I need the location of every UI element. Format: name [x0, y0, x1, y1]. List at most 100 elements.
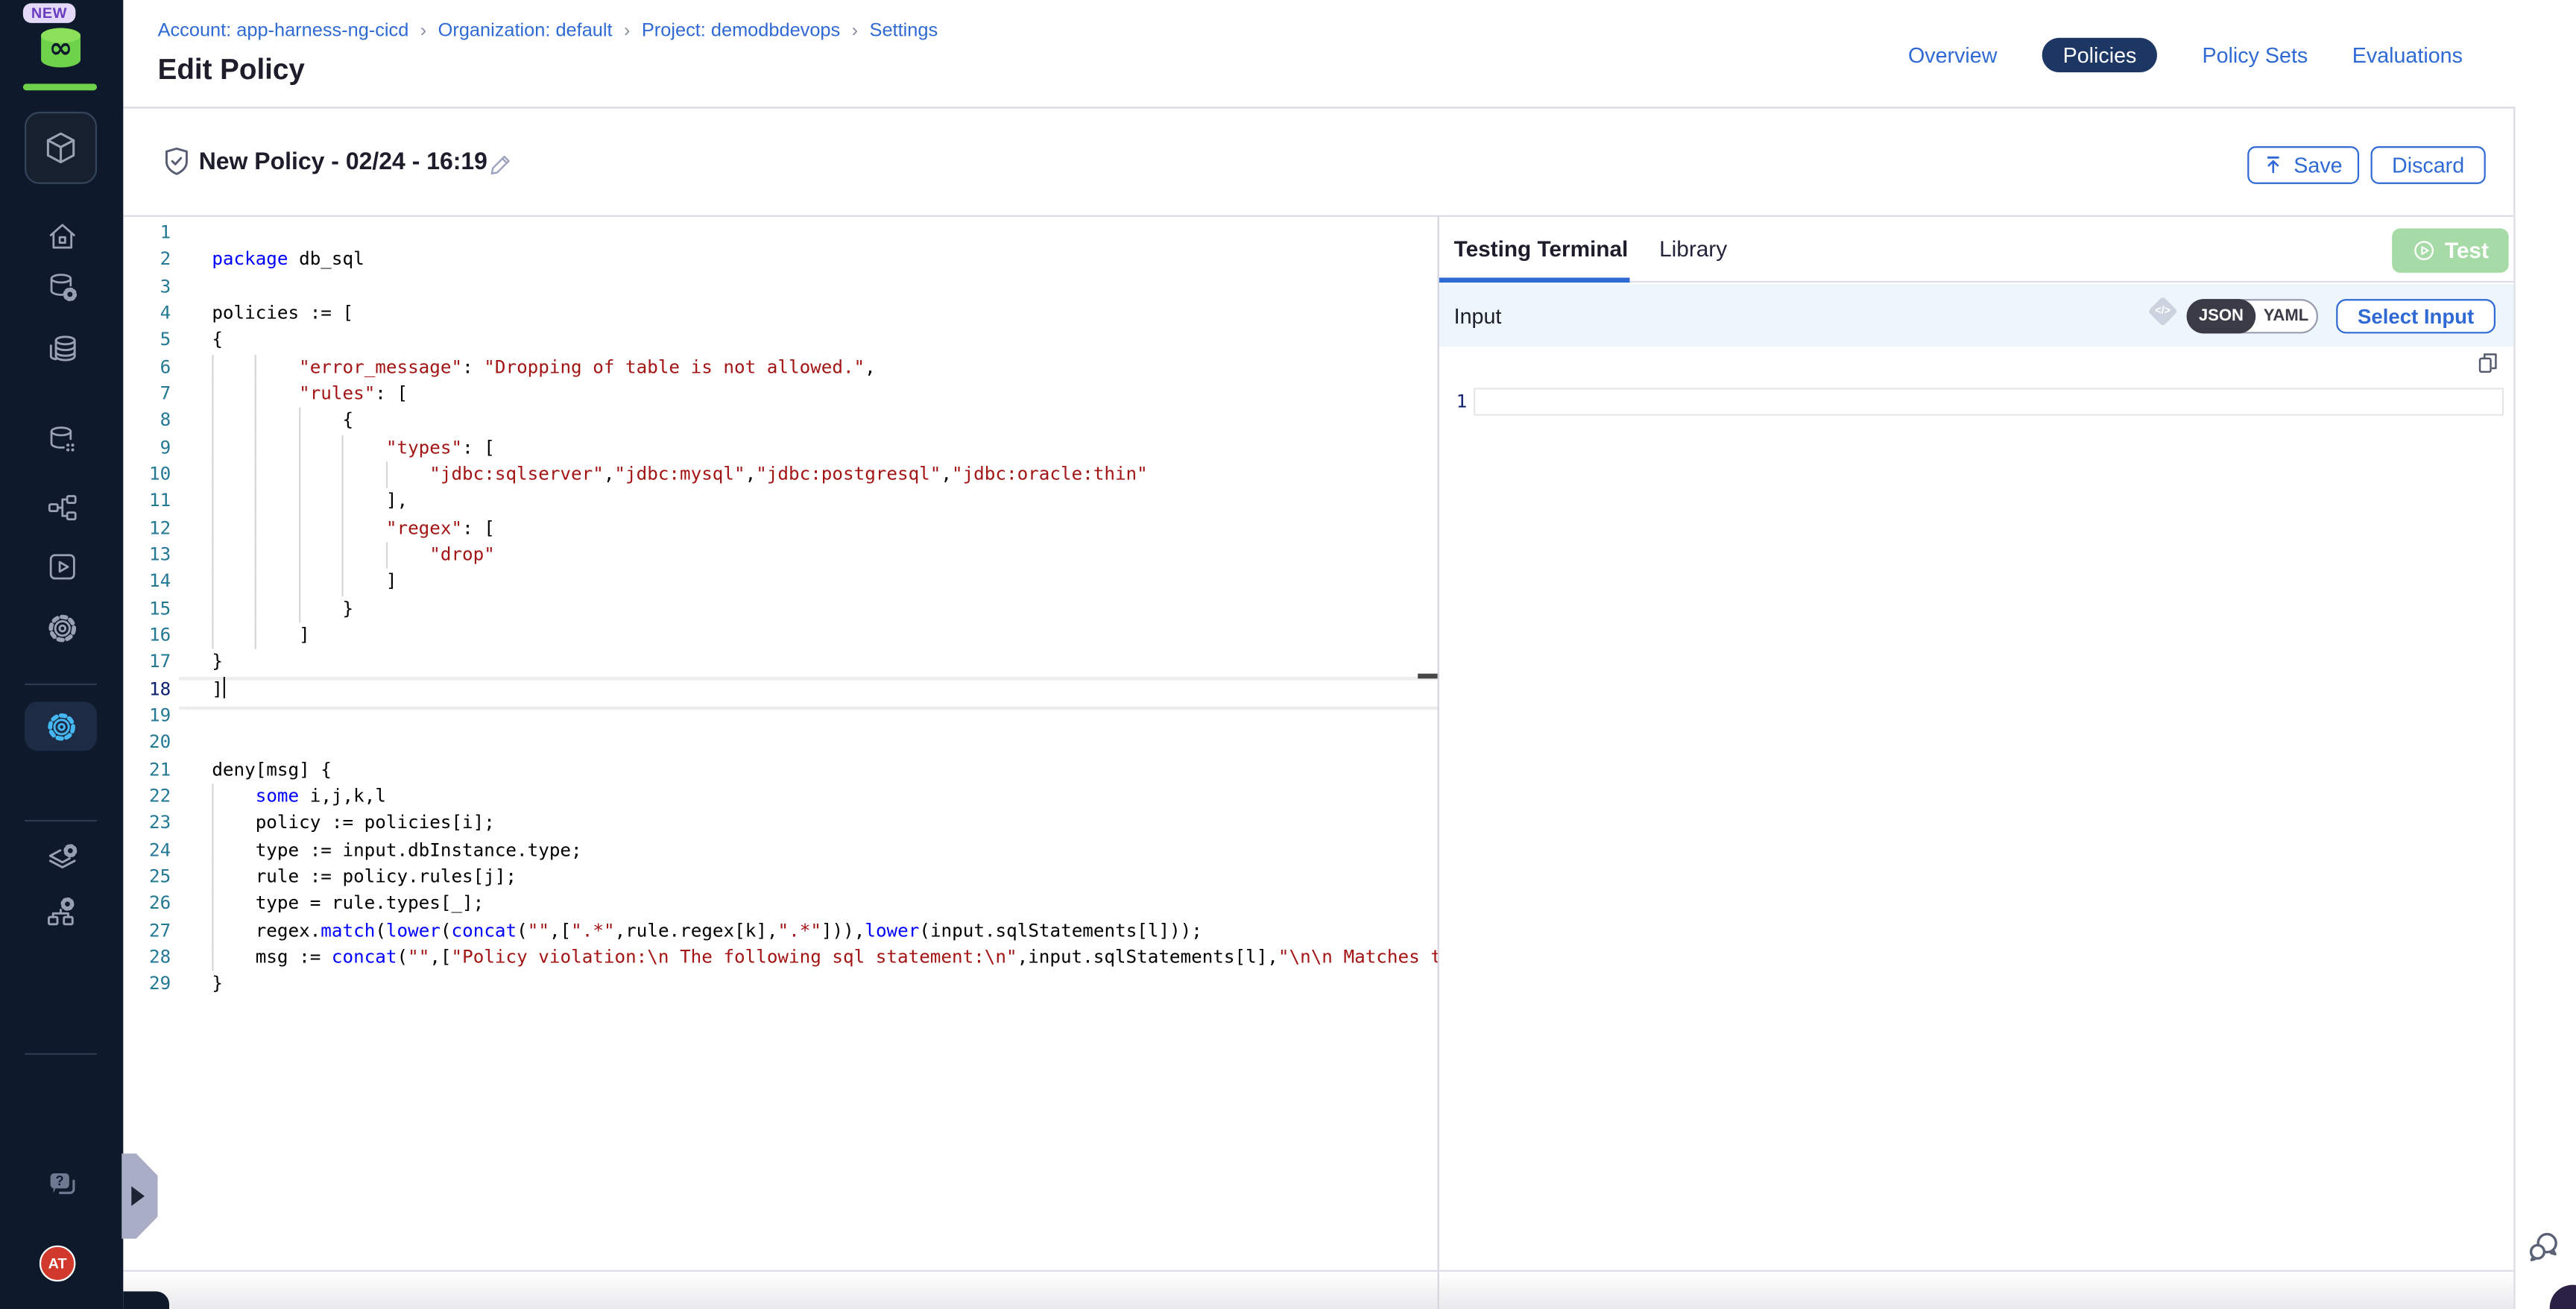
breadcrumb-account[interactable]: Account: app-harness-ng-cicd — [158, 22, 409, 41]
code-text: ] — [212, 622, 309, 649]
breadcrumb-settings[interactable]: Settings — [870, 22, 938, 41]
code-line[interactable]: 15 } — [123, 596, 1439, 622]
sidebar-item-settings-active[interactable] — [25, 701, 97, 751]
gear-icon — [45, 611, 79, 646]
input-toolbar: Input </> JSON YAML Select Input — [1439, 284, 2516, 347]
code-line[interactable]: 29} — [123, 971, 1439, 998]
code-text: policies := [ — [212, 300, 353, 327]
assistant-nub[interactable] — [123, 1291, 169, 1309]
database-gear-icon — [45, 271, 78, 304]
code-line[interactable]: 17} — [123, 649, 1439, 676]
bottom-shadow — [123, 1272, 2515, 1309]
tab-policies-active[interactable]: Policies — [2042, 38, 2158, 72]
chat-widget-blob[interactable] — [2550, 1285, 2576, 1309]
code-line[interactable]: 21deny[msg] { — [123, 757, 1439, 783]
sidebar-item-infrastructure[interactable] — [45, 895, 79, 930]
sidebar-item-db-settings[interactable] — [45, 271, 78, 304]
code-line[interactable]: 18] — [123, 676, 1439, 703]
breadcrumb-project[interactable]: Project: demodbdevops — [642, 22, 840, 41]
sidebar-item-environments[interactable] — [45, 843, 79, 877]
module-selector-button[interactable] — [25, 112, 97, 184]
code-line[interactable]: 4policies := [ — [123, 300, 1439, 327]
code-line[interactable]: 6 "error_message": "Dropping of table is… — [123, 354, 1439, 381]
code-line[interactable]: 3 — [123, 274, 1439, 300]
app-window: NEW ∞ — [0, 0, 2576, 1309]
edit-name-icon[interactable] — [488, 151, 514, 177]
harness-logo[interactable]: ∞ — [34, 23, 87, 72]
input-line-number: 1 — [1448, 388, 1467, 415]
page-title: Edit Policy — [158, 53, 305, 87]
select-input-button[interactable]: Select Input — [2336, 299, 2496, 333]
select-input-label: Select Input — [2358, 305, 2474, 328]
toggle-json-selected[interactable]: JSON — [2187, 299, 2256, 333]
code-text: "rules": [ — [212, 381, 408, 408]
pane-divider[interactable] — [1438, 217, 1439, 1309]
sidebar-item-config[interactable] — [45, 611, 79, 646]
code-line[interactable]: 9 "types": [ — [123, 435, 1439, 461]
user-avatar[interactable]: AT — [40, 1246, 75, 1281]
code-line[interactable]: 26 type = rule.types[_]; — [123, 891, 1439, 918]
code-text: policy := policies[i]; — [212, 810, 495, 837]
code-line[interactable]: 11 ], — [123, 488, 1439, 515]
settings-gear-icon — [43, 709, 78, 743]
play-circle-icon — [2412, 239, 2437, 263]
testing-panel: Testing Terminal Library Test Input </> … — [1439, 217, 2516, 1270]
toggle-yaml[interactable]: YAML — [2255, 300, 2317, 332]
line-number: 27 — [123, 918, 171, 944]
code-line[interactable]: 10 "jdbc:sqlserver","jdbc:mysql","jdbc:p… — [123, 461, 1439, 488]
line-number: 5 — [123, 327, 171, 354]
line-number: 6 — [123, 354, 171, 381]
sidebar-item-pipelines[interactable] — [45, 491, 78, 524]
line-number: 10 — [123, 461, 171, 488]
layers-gear-icon — [45, 843, 79, 877]
tab-library[interactable]: Library — [1659, 236, 1727, 261]
save-label: Save — [2294, 153, 2342, 177]
code-line[interactable]: 24 type := input.dbInstance.type; — [123, 837, 1439, 864]
code-line[interactable]: 19 — [123, 703, 1439, 730]
code-line[interactable]: 27 regex.match(lower(concat("",[".*",rul… — [123, 918, 1439, 944]
code-line[interactable]: 13 "drop" — [123, 542, 1439, 569]
input-editor-current-line[interactable] — [1474, 387, 2504, 414]
code-line[interactable]: 28 msg := concat("",["Policy violation:\… — [123, 944, 1439, 971]
format-toggle: JSON YAML — [2187, 299, 2318, 333]
test-button[interactable]: Test — [2392, 228, 2508, 273]
tab-evaluations[interactable]: Evaluations — [2352, 42, 2463, 67]
sidebar-item-home[interactable] — [45, 220, 78, 253]
line-number: 15 — [123, 596, 171, 622]
code-line[interactable]: 23 policy := policies[i]; — [123, 810, 1439, 837]
line-number: 17 — [123, 649, 171, 676]
tab-policy-sets[interactable]: Policy Sets — [2203, 42, 2308, 67]
code-line[interactable]: 20 — [123, 730, 1439, 757]
line-number: 3 — [123, 274, 171, 300]
sidebar-item-assets[interactable] — [45, 332, 79, 366]
code-line[interactable]: 16 ] — [123, 622, 1439, 649]
code-line[interactable]: 5{ — [123, 327, 1439, 354]
code-text: ], — [212, 488, 408, 515]
save-button[interactable]: Save — [2247, 146, 2359, 184]
editor-bottom-border — [123, 1270, 2515, 1272]
copy-icon[interactable] — [2476, 350, 2501, 376]
tab-overview[interactable]: Overview — [1908, 42, 1997, 67]
tab-testing-terminal[interactable]: Testing Terminal — [1454, 236, 1629, 261]
code-line[interactable]: 14 ] — [123, 569, 1439, 596]
code-editor[interactable]: 12package db_sql34policies := [5{6 "erro… — [123, 217, 1439, 1270]
code-line[interactable]: 1 — [123, 220, 1439, 247]
sidebar-divider — [25, 1053, 97, 1055]
code-line[interactable]: 12 "regex": [ — [123, 515, 1439, 542]
governance-tabs: Overview Policies Policy Sets Evaluation… — [1908, 38, 2463, 72]
discard-button[interactable]: Discard — [2370, 146, 2485, 184]
sidebar-item-db-instances[interactable] — [45, 424, 78, 457]
code-line[interactable]: 25 rule := policy.rules[j]; — [123, 864, 1439, 891]
sidebar-item-executions[interactable] — [45, 550, 78, 583]
breadcrumb-organization[interactable]: Organization: default — [438, 22, 613, 41]
code-line[interactable]: 8 { — [123, 408, 1439, 435]
code-text: "regex": [ — [212, 515, 495, 542]
expression-icon: </> — [2147, 296, 2178, 327]
code-line[interactable]: 22 some i,j,k,l — [123, 783, 1439, 810]
help-button[interactable]: ? — [43, 1167, 79, 1202]
chat-bubbles-icon[interactable] — [2523, 1229, 2561, 1267]
line-number: 22 — [123, 783, 171, 810]
code-text: type := input.dbInstance.type; — [212, 837, 581, 864]
code-line[interactable]: 2package db_sql — [123, 247, 1439, 274]
code-line[interactable]: 7 "rules": [ — [123, 381, 1439, 408]
